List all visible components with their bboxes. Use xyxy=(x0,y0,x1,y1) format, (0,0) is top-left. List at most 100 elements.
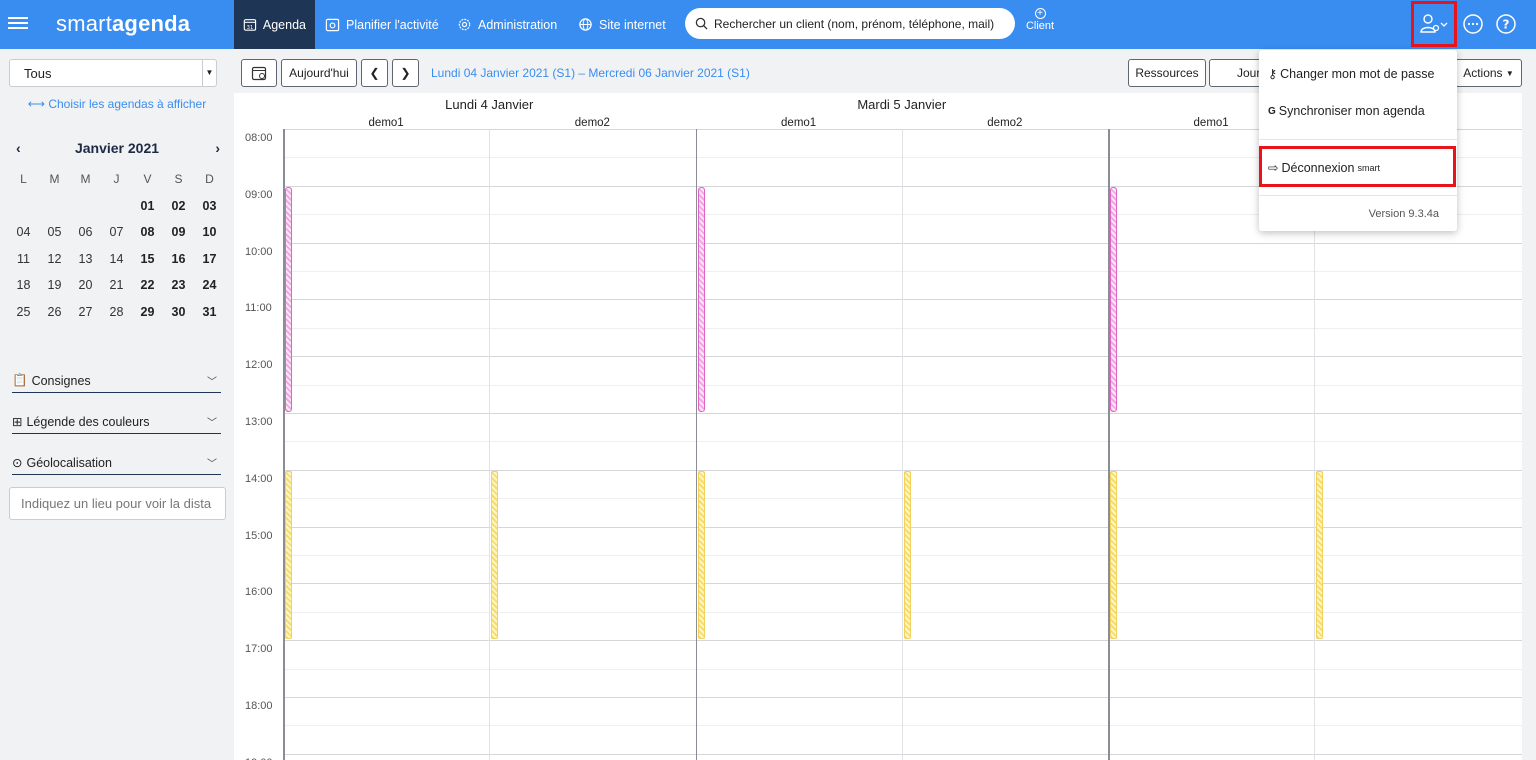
user-gear-icon xyxy=(1420,14,1448,33)
mini-calendar-day[interactable]: 15 xyxy=(132,252,163,266)
menu-logout[interactable]: ⇨ Déconnexion smart xyxy=(1268,160,1380,176)
mini-calendar-day[interactable]: 28 xyxy=(101,305,132,319)
mini-calendar: L M M J V S D 01 02 03 04 05 06 07 08 09 10 11 12 13 14 15 16 1… xyxy=(8,166,225,325)
menu-logout-label: Déconnexion xyxy=(1281,160,1355,175)
hamburger-menu-icon[interactable] xyxy=(8,14,28,34)
today-button[interactable]: Aujourd'hui xyxy=(281,59,357,87)
sidebar: Tous ▼ ⟷ Choisir les agendas à afficher … xyxy=(0,49,234,760)
mini-calendar-day[interactable]: 04 xyxy=(8,225,39,239)
menu-change-password[interactable]: ⚷ Changer mon mot de passe xyxy=(1268,66,1435,82)
menu-sync-agenda[interactable]: G Synchroniser mon agenda xyxy=(1268,104,1425,118)
mini-calendar-day[interactable]: 02 xyxy=(163,199,194,213)
event-block[interactable] xyxy=(491,470,499,640)
mini-calendar-day[interactable]: 31 xyxy=(194,305,225,319)
chevron-down-icon: ﹀ xyxy=(207,459,217,470)
event-block[interactable] xyxy=(697,186,705,412)
event-block[interactable] xyxy=(285,186,292,412)
resources-button[interactable]: Ressources xyxy=(1128,59,1206,87)
weekday-header: D xyxy=(205,172,214,187)
event-block[interactable] xyxy=(697,470,705,640)
accordion-legende[interactable]: ⊞ Légende des couleurs ﹀ xyxy=(12,410,221,434)
app-logo[interactable]: smartagenda xyxy=(56,11,190,37)
nav-administration[interactable]: Administration xyxy=(448,0,566,49)
event-block[interactable] xyxy=(1316,470,1324,640)
mini-calendar-day[interactable]: 26 xyxy=(39,305,70,319)
next-period-button[interactable]: ❯ xyxy=(392,59,419,87)
mini-calendar-day[interactable]: 19 xyxy=(39,278,70,292)
help-icon[interactable]: ? xyxy=(1495,13,1517,35)
next-month-icon[interactable]: › xyxy=(215,140,220,156)
event-block[interactable] xyxy=(1110,186,1117,412)
mini-calendar-day[interactable]: 05 xyxy=(39,225,70,239)
choose-agendas-link[interactable]: ⟷ Choisir les agendas à afficher xyxy=(0,97,234,111)
day-header: Lundi 4 Janvier xyxy=(445,97,534,112)
expand-arrows-icon: ⟷ xyxy=(27,97,45,111)
mini-calendar-day[interactable]: 21 xyxy=(101,278,132,292)
mini-calendar-day[interactable]: 30 xyxy=(163,305,194,319)
svg-text:?: ? xyxy=(1503,18,1510,32)
event-block[interactable] xyxy=(1110,470,1117,640)
mini-calendar-day[interactable]: 14 xyxy=(101,252,132,266)
mini-calendar-day[interactable]: 20 xyxy=(70,278,101,292)
actions-button[interactable]: Actions ▼ xyxy=(1455,59,1522,87)
chat-icon[interactable] xyxy=(1462,13,1484,35)
hour-label: 13:00 xyxy=(245,416,273,428)
mini-calendar-day[interactable]: 22 xyxy=(132,278,163,292)
mini-calendar-day[interactable]: 25 xyxy=(8,305,39,319)
menu-change-password-label: Changer mon mot de passe xyxy=(1280,66,1435,81)
app-version: Version 9.3.4a xyxy=(1369,208,1439,220)
nav-agenda-label: Agenda xyxy=(262,17,306,32)
event-block[interactable] xyxy=(285,470,292,640)
user-settings-button[interactable] xyxy=(1411,1,1457,47)
day-header: Mardi 5 Janvier xyxy=(857,97,947,112)
client-search-input[interactable]: Rechercher un client (nom, prénom, télép… xyxy=(685,8,1015,39)
mini-calendar-day[interactable]: 12 xyxy=(39,252,70,266)
nav-site-internet[interactable]: Site internet xyxy=(569,0,675,49)
agenda-select[interactable]: Tous ▼ xyxy=(9,59,217,87)
mini-calendar-day[interactable]: 06 xyxy=(70,225,101,239)
mini-calendar-day[interactable]: 03 xyxy=(194,199,225,213)
logo-text-light: smart xyxy=(56,11,112,36)
agenda-select-value: Tous xyxy=(24,66,52,81)
mini-calendar-day[interactable]: 18 xyxy=(8,278,39,292)
nav-site-internet-label: Site internet xyxy=(599,17,666,32)
hour-label: 08:00 xyxy=(245,132,273,144)
mini-calendar-day[interactable]: 23 xyxy=(163,278,194,292)
mini-calendar-day[interactable]: 17 xyxy=(194,252,225,266)
add-client-button[interactable]: + Client xyxy=(1020,8,1060,32)
weekday-header: S xyxy=(174,172,183,187)
mini-calendar-day[interactable]: 27 xyxy=(70,305,101,319)
prev-period-button[interactable]: ❮ xyxy=(361,59,388,87)
mini-calendar-day[interactable]: 24 xyxy=(194,278,225,292)
accordion-consignes-label: Consignes xyxy=(31,373,91,388)
nav-agenda[interactable]: 31 Agenda xyxy=(234,0,315,49)
mini-calendar-day[interactable]: 01 xyxy=(132,199,163,213)
resource-divider xyxy=(489,129,491,760)
mini-calendar-day[interactable]: 07 xyxy=(101,225,132,239)
calendar-icon: 31 xyxy=(243,19,257,31)
accordion-geolocalisation-label: Géolocalisation xyxy=(26,455,112,470)
accordion-geolocalisation[interactable]: ⊙ Géolocalisation ﹀ xyxy=(12,451,221,475)
weekday-header: J xyxy=(113,172,120,187)
weekday-header: L xyxy=(20,172,27,187)
location-pin-icon: ⊙ xyxy=(12,456,23,470)
weekday-header: M xyxy=(80,172,91,187)
caret-down-icon[interactable]: ▼ xyxy=(202,60,216,86)
nav-planifier[interactable]: Planifier l'activité xyxy=(316,0,448,49)
mini-calendar-day[interactable]: 10 xyxy=(194,225,225,239)
plus-circle-icon: + xyxy=(1034,8,1046,19)
mini-calendar-day[interactable]: 11 xyxy=(8,252,39,266)
accordion-consignes[interactable]: 📋 Consignes ﹀ xyxy=(12,369,221,393)
hour-label: 09:00 xyxy=(245,188,273,201)
event-block[interactable] xyxy=(903,470,911,640)
mini-calendar-day[interactable]: 13 xyxy=(70,252,101,266)
location-input[interactable]: Indiquez un lieu pour voir la dista xyxy=(9,487,226,520)
mini-calendar-day[interactable]: 09 xyxy=(163,225,194,239)
mini-calendar-day[interactable]: 29 xyxy=(132,305,163,319)
accordion-legende-label: Légende des couleurs xyxy=(26,414,150,429)
location-placeholder: Indiquez un lieu pour voir la dista xyxy=(21,496,212,511)
mini-calendar-day[interactable]: 08 xyxy=(132,225,163,239)
grid-icon: ⊞ xyxy=(12,415,23,429)
date-picker-button[interactable] xyxy=(241,59,277,87)
mini-calendar-day[interactable]: 16 xyxy=(163,252,194,266)
